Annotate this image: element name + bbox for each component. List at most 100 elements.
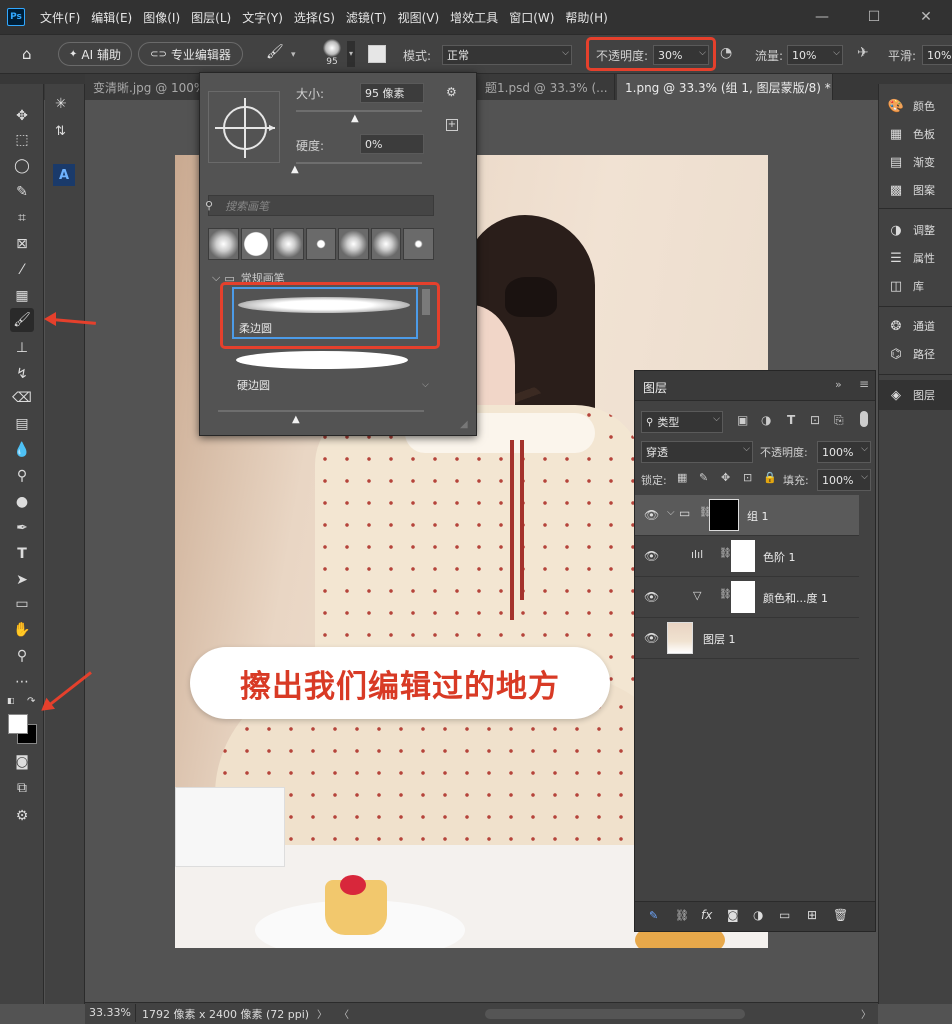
link-icon[interactable]: ⛓: [719, 589, 732, 600]
brush-tool-icon[interactable]: 🖌: [266, 44, 284, 60]
frame-tool-icon[interactable]: ⊠: [10, 232, 34, 256]
levels-mask-thumbnail[interactable]: [731, 540, 755, 572]
recent-brush-3[interactable]: [273, 228, 304, 260]
menu-file[interactable]: 文件(F): [40, 9, 80, 26]
chevron-right-icon[interactable]: 〉: [317, 1006, 327, 1021]
dodge-burn-tool-icon[interactable]: ●: [10, 490, 34, 514]
healing-tool-icon[interactable]: ▦: [10, 284, 34, 308]
layer-thumbnail[interactable]: [667, 622, 693, 654]
blur-tool-icon[interactable]: 💧: [10, 438, 34, 462]
brush-size-slider-thumb[interactable]: ▲: [351, 113, 359, 124]
history-icon[interactable]: ⇅: [55, 124, 66, 139]
ai-assist-button[interactable]: ✦ AI 辅助: [58, 42, 132, 66]
trash-icon[interactable]: 🗑: [833, 908, 848, 922]
foreground-color-swatch[interactable]: [8, 714, 28, 734]
plugin-icon[interactable]: A: [53, 164, 75, 186]
brush-angle-preview[interactable]: ▶: [208, 91, 280, 163]
layer-opacity-input[interactable]: 100% ⌵: [817, 441, 871, 463]
chevron-left-icon[interactable]: 〈: [339, 1006, 349, 1021]
dock-patterns[interactable]: ▩ 图案: [887, 182, 935, 198]
hue-mask-thumbnail[interactable]: [731, 581, 755, 613]
menu-select[interactable]: 选择(S): [294, 9, 335, 26]
rectangle-tool-icon[interactable]: ▭: [10, 592, 34, 616]
recent-brush-1[interactable]: [208, 228, 239, 260]
menu-plugins[interactable]: 增效工具: [450, 9, 498, 26]
tab-1-png[interactable]: 1.png @ 33.3% (组 1, 图层蒙版/8) * ✕: [617, 74, 833, 100]
brush-settings-icon[interactable]: [368, 45, 386, 63]
link-icon[interactable]: ⛓: [719, 548, 732, 559]
brush-tool-icon[interactable]: 🖌: [10, 308, 34, 332]
preview-size-slider-thumb[interactable]: ▲: [292, 414, 300, 425]
chevron-down-icon[interactable]: ⌵: [667, 507, 675, 518]
menu-edit[interactable]: 编辑(E): [91, 9, 132, 26]
type-tool-icon[interactable]: T: [10, 542, 34, 566]
brush-search-input[interactable]: ⚲ 搜索画笔: [205, 195, 434, 216]
default-colors-icon[interactable]: ◧: [7, 696, 15, 705]
filter-smart-icon[interactable]: ⎘: [834, 413, 844, 428]
menu-filter[interactable]: 滤镜(T): [346, 9, 387, 26]
dock-channels[interactable]: ❂ 通道: [887, 318, 935, 334]
collapse-icon[interactable]: »: [835, 378, 842, 391]
pro-editor-button[interactable]: ⊂⊃ 专业编辑器: [138, 42, 243, 66]
gear-icon[interactable]: ⚙: [446, 85, 457, 99]
menu-type[interactable]: 文字(Y): [242, 9, 283, 26]
hardness-slider-track[interactable]: [296, 162, 422, 164]
minimize-button[interactable]: —: [796, 9, 848, 25]
layer-row-layer1[interactable]: 👁 图层 1: [635, 618, 859, 659]
fill-input[interactable]: 100% ⌵: [817, 469, 871, 491]
marquee-tool-icon[interactable]: ⬚: [10, 128, 34, 152]
recent-brush-6[interactable]: [370, 228, 402, 260]
dock-libraries[interactable]: ◫ 库: [887, 278, 924, 294]
swap-colors-icon[interactable]: ↷: [27, 696, 35, 707]
menu-image[interactable]: 图像(I): [143, 9, 180, 26]
lock-artboard-icon[interactable]: ⊡: [743, 471, 752, 484]
horizontal-scrollbar[interactable]: [485, 1009, 745, 1019]
menu-view[interactable]: 视图(V): [398, 9, 440, 26]
lasso-tool-icon[interactable]: ◯: [10, 154, 34, 178]
close-button[interactable]: ✕: [900, 9, 952, 25]
layer-row-group1[interactable]: 👁 ⌵ ▭ ⛓ 组 1: [635, 495, 859, 536]
tab-sharpen-jpg[interactable]: 变清晰.jpg @ 100%: [85, 74, 200, 100]
sparkle-icon[interactable]: ✳: [55, 96, 67, 112]
history-brush-tool-icon[interactable]: ↯: [10, 362, 34, 386]
crop-tool-icon[interactable]: ⌗: [10, 206, 34, 230]
chevron-right-icon[interactable]: 〉: [861, 1006, 871, 1021]
dock-paths[interactable]: ⌬ 路径: [887, 346, 935, 362]
new-preset-icon[interactable]: +: [446, 119, 458, 131]
eye-icon[interactable]: 👁: [644, 508, 659, 522]
dodge-tool-icon[interactable]: ⚲: [10, 464, 34, 488]
dock-adjustments[interactable]: ◑ 调整: [887, 222, 935, 238]
hardness-input[interactable]: 0%: [360, 134, 424, 154]
layer-row-levels[interactable]: 👁 ılıl ⛓ 色阶 1: [635, 536, 859, 577]
more-tools-icon[interactable]: ⋯: [10, 670, 34, 694]
eye-icon[interactable]: 👁: [644, 590, 659, 604]
dock-gradients[interactable]: ▤ 渐变: [887, 154, 935, 170]
filter-shape-icon[interactable]: ⊡: [810, 413, 820, 427]
brush-hard-round[interactable]: 硬边圆: [232, 349, 418, 393]
zoom-level[interactable]: 33.33%: [89, 1006, 131, 1019]
menu-layer[interactable]: 图层(L): [191, 9, 231, 26]
lock-pixels-icon[interactable]: ✎: [699, 471, 708, 484]
eraser-tool-icon[interactable]: ⌫: [10, 386, 34, 410]
eye-icon[interactable]: 👁: [644, 549, 659, 563]
hardness-slider-thumb[interactable]: ▲: [291, 164, 299, 175]
adjustment-icon[interactable]: ◑: [753, 908, 763, 922]
resize-grip-icon[interactable]: ◢: [460, 419, 468, 430]
move-tool-icon[interactable]: ✥: [10, 104, 34, 128]
folder-icon[interactable]: ▭: [779, 908, 790, 922]
eyedropper-tool-icon[interactable]: ⁄: [10, 258, 34, 282]
lock-transparent-icon[interactable]: ▦: [677, 471, 687, 484]
fx-icon[interactable]: fx: [701, 908, 712, 922]
stamp-tool-icon[interactable]: ⊥: [10, 336, 34, 360]
new-layer-icon[interactable]: ⊞: [807, 908, 817, 922]
dock-color[interactable]: 🎨 颜色: [887, 98, 935, 114]
panel-menu-icon[interactable]: ≡: [859, 377, 869, 391]
lock-all-icon[interactable]: 🔒: [763, 471, 777, 484]
quick-mask-icon[interactable]: ◙: [10, 750, 34, 774]
brush-tool-icon[interactable]: ✎: [649, 909, 658, 922]
dock-swatches[interactable]: ▦ 色板: [887, 126, 935, 142]
close-icon[interactable]: ✕: [614, 80, 615, 94]
layer-kind-filter[interactable]: ⚲ 类型 ⌵: [641, 411, 723, 433]
blend-mode-select[interactable]: 穿透 ⌵: [641, 441, 753, 463]
brush-picker-chevron-icon[interactable]: ▾: [347, 41, 355, 67]
